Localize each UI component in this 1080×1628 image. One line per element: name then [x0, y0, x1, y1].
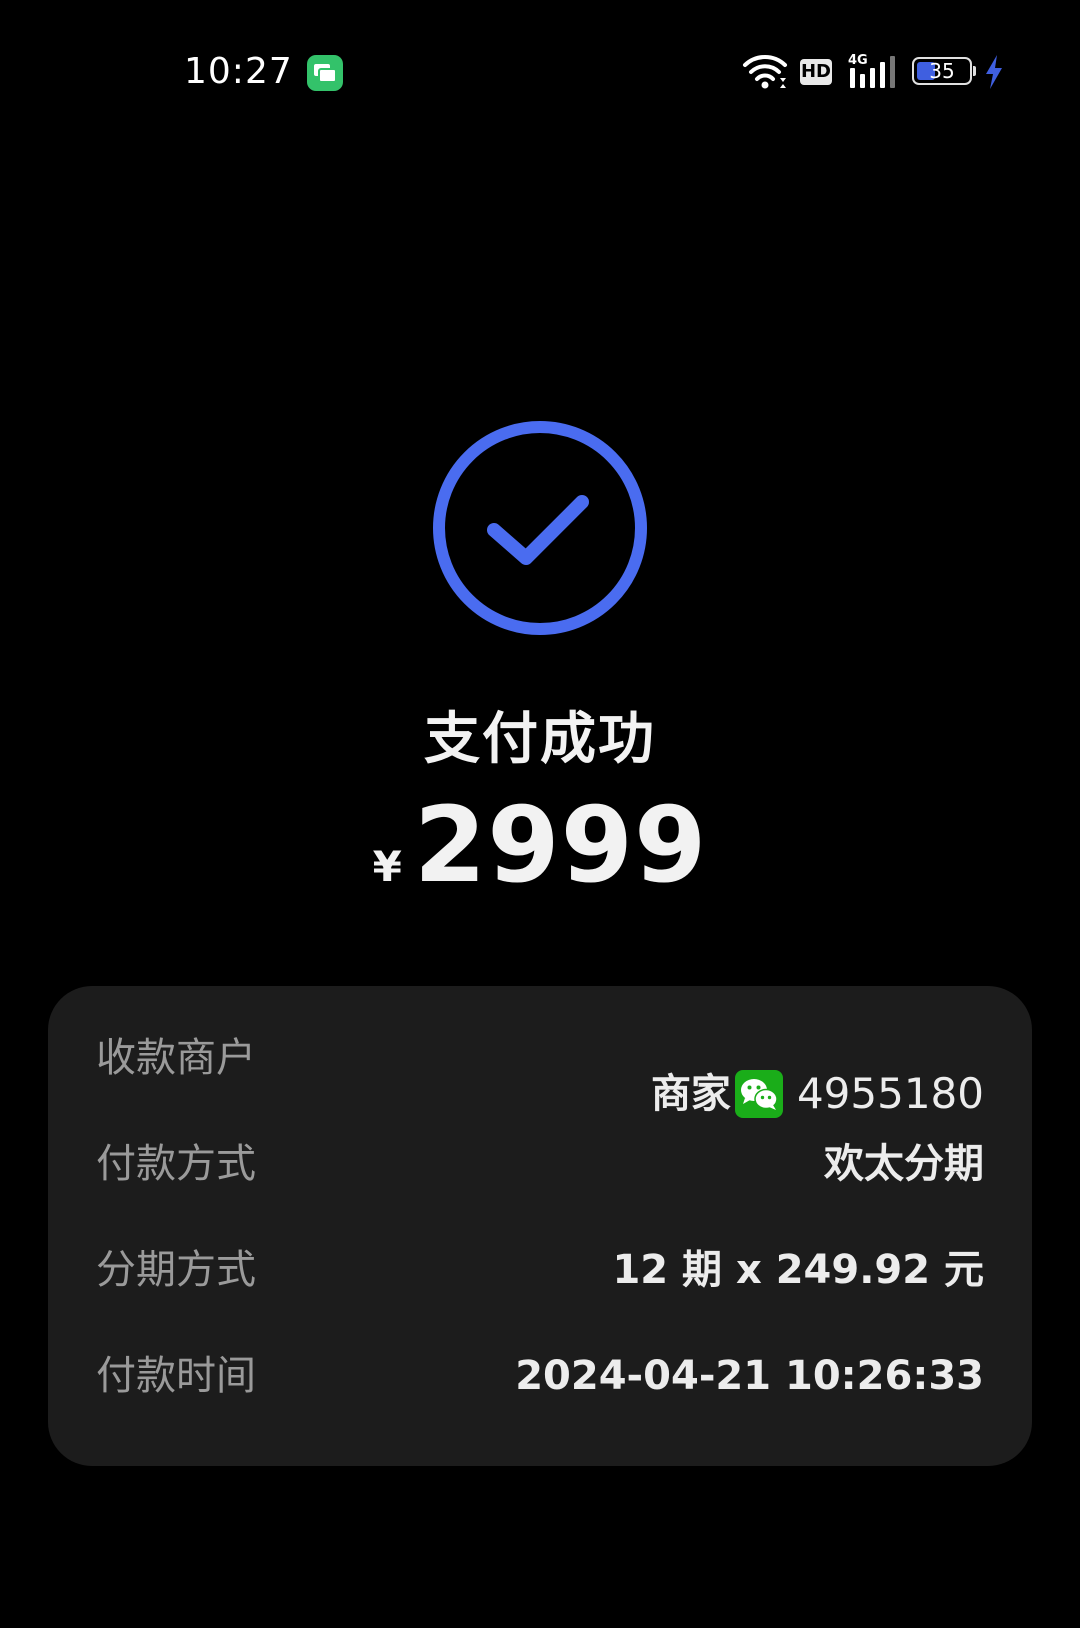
currency-symbol: ¥	[372, 842, 402, 891]
charging-bolt-icon	[986, 55, 1002, 89]
network-type-label: 4G	[848, 53, 868, 68]
check-circle-icon	[433, 421, 647, 635]
battery-cap	[973, 66, 976, 76]
hd-voice-badge: HD	[800, 59, 832, 85]
payment-method-value: 欢太分期	[824, 1141, 984, 1187]
installment-label: 分期方式	[96, 1247, 256, 1293]
installment-value: 12 期 x 249.92 元	[612, 1247, 984, 1293]
payment-success-title: 支付成功	[424, 707, 656, 772]
payment-method-label: 付款方式	[96, 1141, 256, 1187]
amount-value: 2999	[413, 784, 708, 906]
payment-time-value: 2024-04-21 10:26:33	[515, 1353, 984, 1399]
payment-amount: ¥2999	[0, 790, 1080, 900]
cellular-signal-icon: 4G	[848, 53, 895, 88]
payment-detail-card: 收款商户 商家 4955180 付款方式 欢太分期 分期方式 12 期 x 24…	[48, 986, 1032, 1466]
status-time: 10:27	[184, 51, 293, 92]
battery-level: 35	[929, 59, 955, 83]
merchant-prefix: 商家	[650, 1071, 731, 1117]
wifi-icon	[743, 55, 787, 89]
payment-time-label: 付款时间	[96, 1353, 256, 1399]
status-bar: 10:27 HD 4G 35	[0, 0, 1080, 145]
merchant-label: 收款商户	[96, 1035, 256, 1081]
messages-app-icon	[307, 55, 343, 91]
merchant-id: 4955180	[796, 1069, 984, 1118]
merchant-value: 商家 4955180	[651, 1068, 984, 1120]
wechat-icon	[734, 1070, 783, 1118]
battery-indicator: 35	[912, 57, 976, 87]
